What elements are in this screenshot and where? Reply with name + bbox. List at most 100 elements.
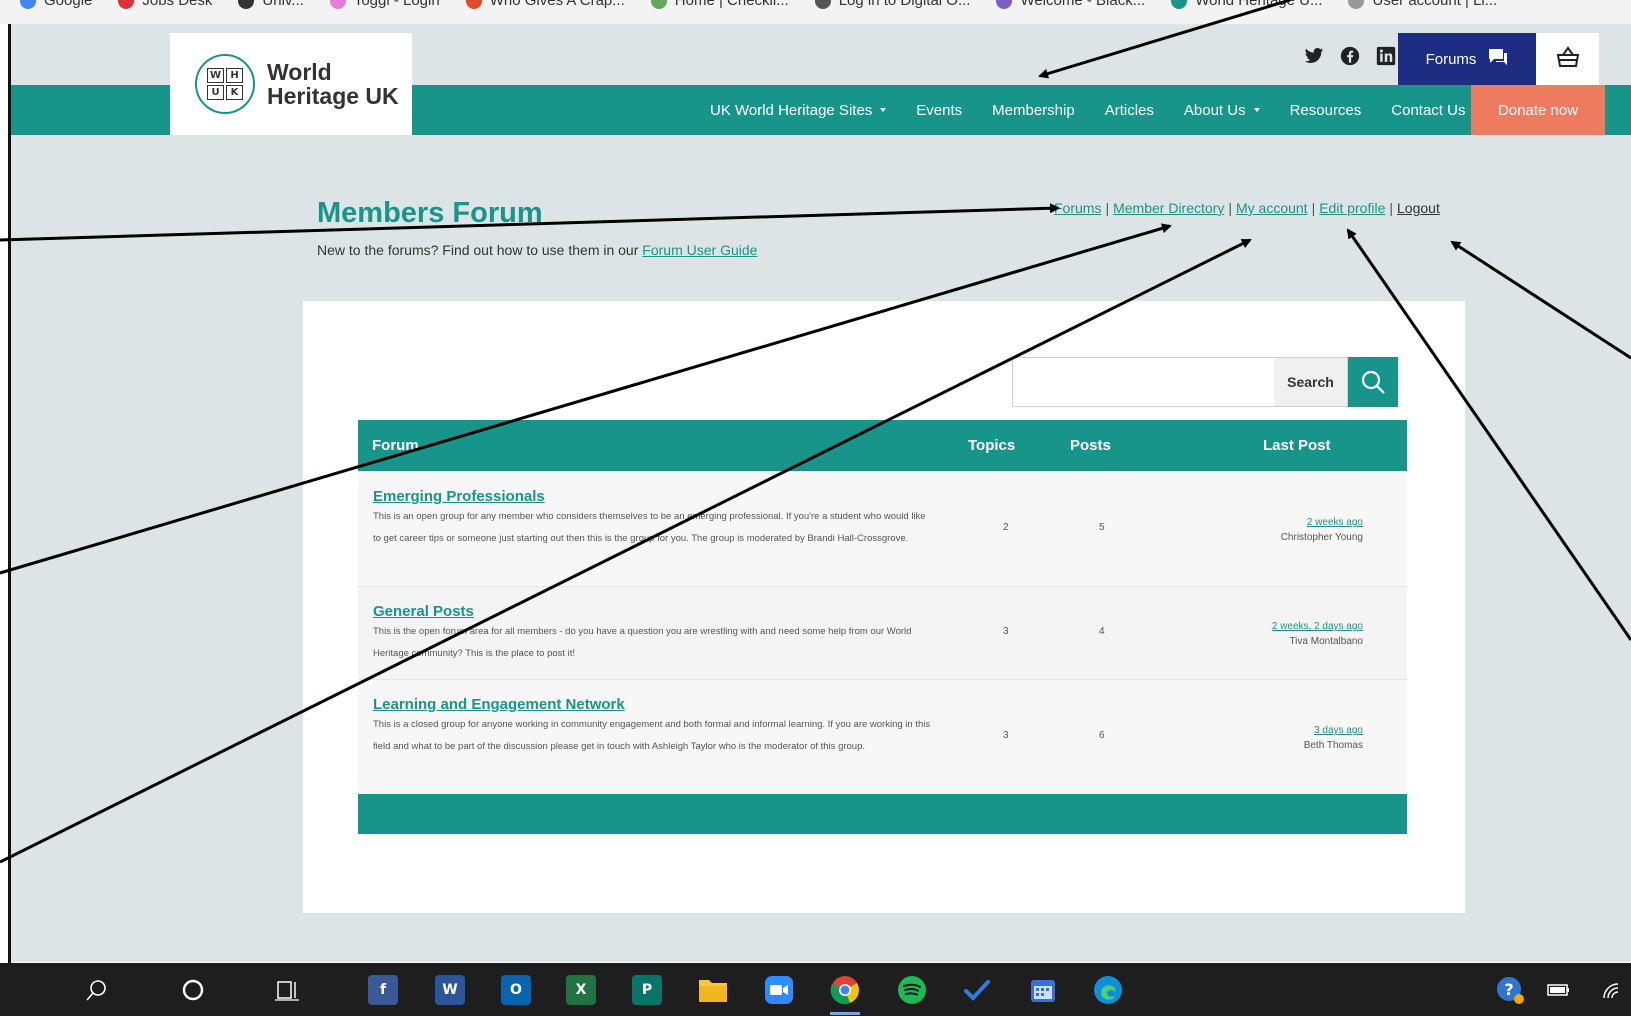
header-last-post: Last Post [1263,437,1331,454]
nav-item[interactable]: Contact Us [1391,102,1465,119]
task-view-icon[interactable] [268,971,306,1009]
chrome-app-icon[interactable] [826,971,864,1015]
link-separator: | [1228,200,1232,216]
svg-text:?: ? [1504,980,1513,999]
caret-down-icon [880,108,887,112]
edge-app-icon[interactable] [1089,971,1127,1009]
forum-card: Search Forum Topics Posts Last Post Emer… [303,301,1465,913]
bookmark-item[interactable]: User account | Li... [1348,0,1497,9]
nav-item[interactable]: Articles [1105,102,1154,119]
bookmark-label: Univ... [262,0,304,9]
forum-user-guide-link[interactable]: Forum User Guide [642,242,757,258]
help-icon[interactable]: ? [1491,971,1529,1009]
bookmark-label: User account | Li... [1372,0,1498,9]
forums-link[interactable]: Forums [1054,200,1101,216]
zoom-app-icon[interactable] [760,971,798,1009]
basket-icon [1556,45,1580,73]
forums-header-button[interactable]: Forums [1398,33,1536,85]
app-letter: X [566,975,596,1005]
cortana-icon[interactable] [174,971,212,1009]
forum-title-link[interactable]: Learning and Engagement Network [373,696,625,713]
bookmark-label: Welcome - Black... [1020,0,1146,9]
bookmark-favicon-icon [465,0,482,9]
social-links [1304,46,1396,66]
forum-table: Forum Topics Posts Last Post Emerging Pr… [358,420,1407,834]
forum-description: This is a closed group for anyone workin… [373,719,931,752]
logo-text-line2: Heritage UK [267,83,399,109]
bookmark-label: Who Gives A Crap... [489,0,625,9]
app-letter: O [501,975,531,1005]
logo-letter: U [207,85,224,100]
bookmark-favicon-icon [996,0,1013,9]
forum-table-header: Forum Topics Posts Last Post [358,420,1407,471]
main-nav: UK World Heritage Sites Events Membership A… [710,85,1465,135]
logout-link[interactable]: Logout [1397,200,1440,216]
last-post-link[interactable]: 3 days ago [1304,723,1363,738]
facebook-app-icon[interactable]: f [364,971,402,1009]
donate-button[interactable]: Donate now [1471,85,1605,135]
edit-profile-link[interactable]: Edit profile [1319,200,1385,216]
header-topics: Topics [968,437,1016,454]
forum-search-input[interactable] [1012,357,1274,407]
search-icon-button[interactable] [1348,357,1398,407]
bookmark-label: Toggl - Login [353,0,440,9]
linkedin-icon[interactable] [1376,46,1396,66]
forum-intro: New to the forums? Find out how to use t… [317,242,757,258]
wifi-icon[interactable] [1594,971,1631,1009]
forum-title-link[interactable]: General Posts [373,603,474,620]
search-button[interactable]: Search [1274,357,1348,407]
facebook-icon[interactable] [1340,46,1360,66]
battery-icon[interactable] [1540,971,1578,1009]
taskbar-search-icon[interactable] [78,971,116,1009]
spotify-app-icon[interactable] [893,971,931,1009]
forum-description: This is the open forum area for all memb… [373,626,912,659]
word-app-icon[interactable]: W [431,971,469,1009]
bookmark-item[interactable]: World Heritage U... [1171,0,1322,9]
calendar-app-icon[interactable] [1024,971,1062,1009]
file-explorer-icon[interactable] [694,971,732,1009]
posts-count: 6 [1099,730,1105,741]
header-posts: Posts [1070,437,1111,454]
nav-item-label: Contact Us [1391,101,1466,119]
bookmark-favicon-icon [1171,0,1188,9]
caret-down-icon [1253,108,1260,112]
account-links: Forums | Member Directory | My account |… [1054,200,1440,216]
header-forum: Forum [372,437,419,454]
bookmark-item[interactable]: Home | Checkli... [650,0,789,9]
bookmark-item[interactable]: Univ... [238,0,304,9]
app-letter: W [435,975,465,1005]
bookmark-favicon-icon [814,0,831,9]
forum-title-link[interactable]: Emerging Professionals [373,488,545,505]
bookmark-item[interactable]: Welcome - Black... [996,0,1145,9]
member-directory-link[interactable]: Member Directory [1113,200,1224,216]
my-account-link[interactable]: My account [1236,200,1308,216]
nav-item[interactable]: Events [916,102,962,119]
bookmark-item[interactable]: Google [20,0,92,9]
todo-app-icon[interactable] [958,971,996,1009]
forum-table-footer [358,794,1407,834]
site-logo[interactable]: W H U K World Heritage UK [170,33,412,135]
nav-item[interactable]: About Us [1184,102,1260,119]
basket-button[interactable] [1536,33,1599,85]
intro-text: New to the forums? Find out how to use t… [317,242,643,258]
bookmark-item[interactable]: Who Gives A Crap... [465,0,625,9]
nav-item[interactable]: Resources [1290,102,1362,119]
excel-app-icon[interactable]: X [562,971,600,1009]
bookmark-label: World Heritage U... [1195,0,1323,9]
bookmark-item[interactable]: Jobs Desk [118,0,212,9]
publisher-app-icon[interactable]: P [628,971,666,1009]
last-post-link[interactable]: 2 weeks, 2 days ago [1272,619,1363,634]
nav-item-label: Resources [1289,101,1362,119]
bookmark-item[interactable]: Log in to Digital O... [814,0,970,9]
bookmark-favicon-icon [650,0,667,9]
nav-item[interactable]: Membership [992,102,1075,119]
twitter-icon[interactable] [1304,46,1324,66]
topics-count: 3 [1003,626,1009,637]
search-icon [1361,370,1385,394]
outlook-app-icon[interactable]: O [497,971,535,1009]
table-row: General Posts This is the open forum are… [358,586,1407,679]
nav-item[interactable]: UK World Heritage Sites [710,102,887,119]
last-post-link[interactable]: 2 weeks ago [1281,515,1363,530]
bookmark-item[interactable]: Toggl - Login [329,0,440,9]
app-letter: f [368,975,398,1005]
